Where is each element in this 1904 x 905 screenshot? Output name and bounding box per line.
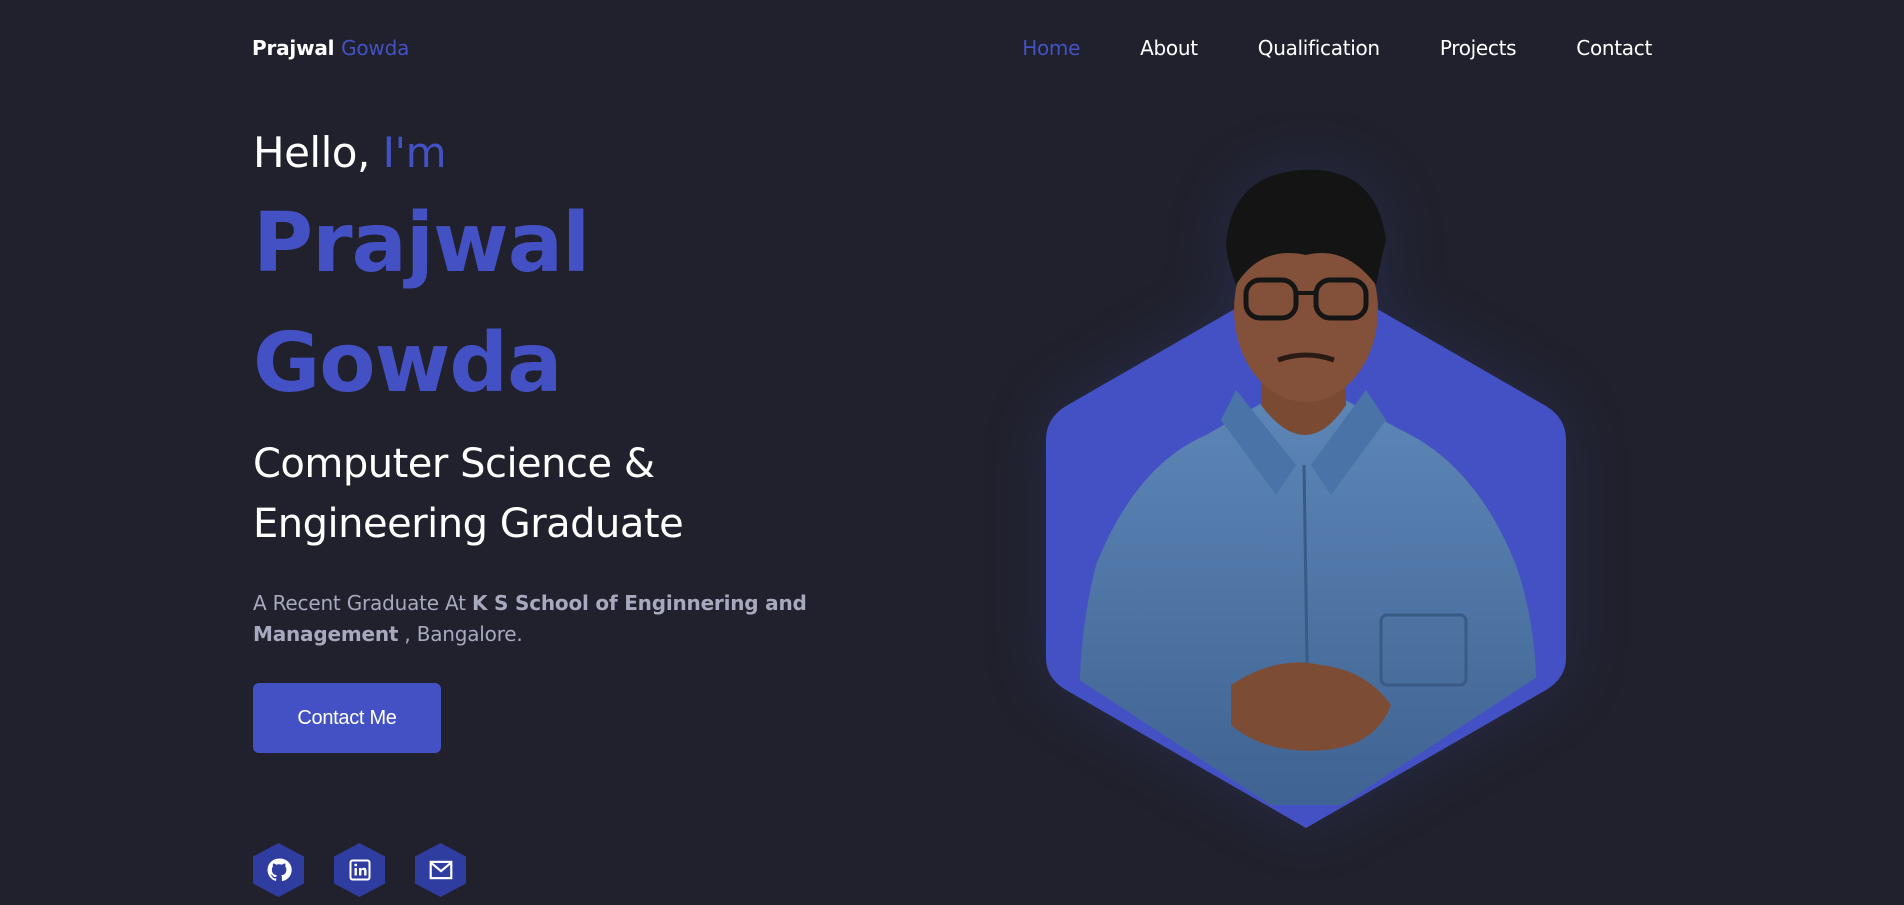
profile-image-container (1030, 165, 1580, 835)
navbar: Prajwal Gowda Home About Qualification P… (0, 0, 1904, 96)
subtitle-line-1: Computer Science & (253, 441, 655, 487)
mail-link[interactable] (415, 843, 466, 897)
contact-me-button[interactable]: Contact Me (253, 683, 441, 753)
social-links (253, 843, 466, 897)
logo-last-name: Gowda (341, 36, 410, 60)
github-icon (267, 858, 292, 882)
description-suffix: , Bangalore. (404, 622, 523, 646)
greeting: Hello, I'm (253, 128, 853, 178)
nav-link-about[interactable]: About (1140, 36, 1198, 60)
hero-last-name: Gowda (253, 316, 562, 411)
nav-link-qualification[interactable]: Qualification (1258, 36, 1380, 60)
description-prefix: A Recent Graduate At (253, 591, 466, 615)
github-link[interactable] (253, 843, 304, 897)
logo-first-name: Prajwal (252, 36, 335, 60)
hero-subtitle: Computer Science & Engineering Graduate (253, 434, 853, 554)
site-logo[interactable]: Prajwal Gowda (252, 36, 409, 60)
nav-link-home[interactable]: Home (1022, 36, 1080, 60)
nav-link-projects[interactable]: Projects (1440, 36, 1517, 60)
nav-link-contact[interactable]: Contact (1576, 36, 1652, 60)
greeting-hello: Hello, (253, 128, 370, 177)
mail-icon (429, 860, 452, 880)
hero-first-name: Prajwal (253, 196, 590, 291)
greeting-im: I'm (382, 128, 447, 177)
hero-description: A Recent Graduate At K S School of Engin… (253, 588, 813, 650)
linkedin-link[interactable] (334, 843, 385, 897)
hero-text: Hello, I'm Prajwal Gowda Computer Scienc… (253, 128, 853, 650)
subtitle-line-2: Engineering Graduate (253, 501, 684, 547)
nav-links: Home About Qualification Projects Contac… (1022, 36, 1652, 60)
linkedin-icon (349, 859, 370, 881)
profile-photo (1079, 169, 1537, 805)
